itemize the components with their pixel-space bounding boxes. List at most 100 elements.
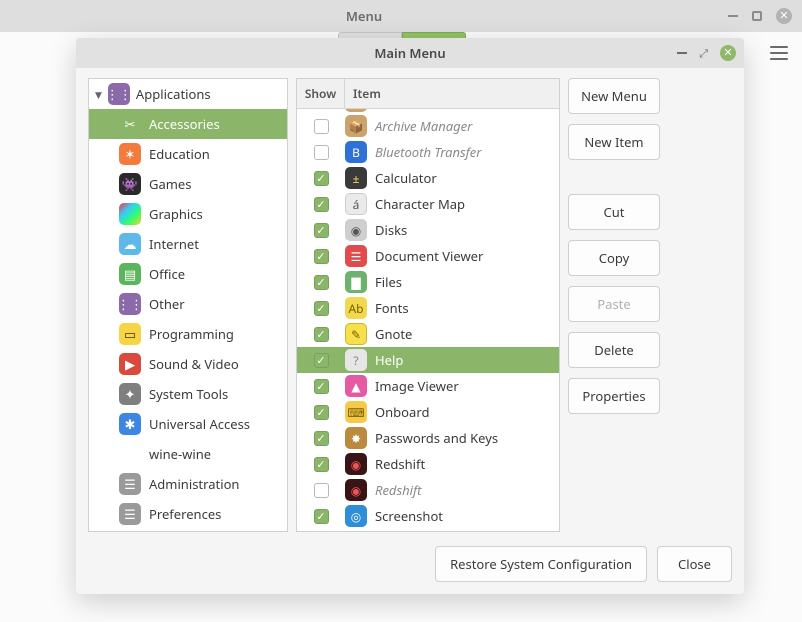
item-row[interactable]: ◉Redshift bbox=[297, 477, 559, 503]
hamburger-menu-icon[interactable] bbox=[770, 46, 788, 60]
category-label: Internet bbox=[149, 235, 199, 253]
category-item[interactable]: ☰Preferences bbox=[89, 499, 287, 529]
item-icon: ⌨ bbox=[345, 401, 367, 423]
copy-button[interactable]: Copy bbox=[568, 240, 660, 276]
parent-minimize-icon[interactable] bbox=[728, 15, 738, 17]
paste-button[interactable]: Paste bbox=[568, 286, 660, 322]
window-minimize-icon[interactable] bbox=[677, 52, 687, 54]
column-header-show[interactable]: Show bbox=[297, 79, 345, 108]
item-label: Fonts bbox=[375, 299, 409, 317]
item-row[interactable]: ✓✸Passwords and Keys bbox=[297, 425, 559, 451]
item-row[interactable]: ✓±Calculator bbox=[297, 165, 559, 191]
category-label: Graphics bbox=[149, 205, 203, 223]
category-item[interactable]: wine-wine bbox=[89, 439, 287, 469]
category-tree[interactable]: ▼ ⋮⋮ Applications ✂ Accessories ✶Education… bbox=[88, 78, 288, 532]
parent-window-title: Menu bbox=[0, 7, 728, 25]
close-button[interactable]: Close bbox=[657, 546, 732, 582]
item-label: Onboard bbox=[375, 403, 429, 421]
category-item[interactable]: 👾 Games bbox=[89, 169, 287, 199]
item-row[interactable]: ✓☰Document Viewer bbox=[297, 243, 559, 269]
parent-maximize-icon[interactable] bbox=[752, 11, 762, 21]
category-item[interactable]: ✱Universal Access bbox=[89, 409, 287, 439]
category-item[interactable]: ☰Administration bbox=[89, 469, 287, 499]
category-item[interactable]: ✶Education bbox=[89, 139, 287, 169]
item-row[interactable]: BBluetooth Transfer bbox=[297, 139, 559, 165]
show-checkbox[interactable]: ✓ bbox=[314, 379, 329, 394]
item-row[interactable]: ✓ ⌨ Onboard bbox=[297, 399, 559, 425]
show-checkbox[interactable]: ✓ bbox=[314, 197, 329, 212]
category-item[interactable]: ⋮⋮Other bbox=[89, 289, 287, 319]
show-checkbox[interactable] bbox=[314, 483, 329, 498]
category-item[interactable]: ▭Programming bbox=[89, 319, 287, 349]
item-row[interactable]: ✓◉Disks bbox=[297, 217, 559, 243]
window-maximize-icon[interactable]: ⤢ bbox=[699, 46, 708, 61]
item-row[interactable]: ✓✎Gnote bbox=[297, 321, 559, 347]
item-row[interactable]: ✓◎Screenshot bbox=[297, 503, 559, 529]
category-item[interactable]: ☁ Internet bbox=[89, 229, 287, 259]
category-icon: 👾 bbox=[119, 173, 141, 195]
show-checkbox[interactable]: ✓ bbox=[314, 249, 329, 264]
category-label: wine-wine bbox=[149, 445, 211, 463]
category-icon: ✶ bbox=[119, 143, 141, 165]
item-icon: ▲ bbox=[345, 375, 367, 397]
show-checkbox[interactable] bbox=[314, 145, 329, 160]
category-label: System Tools bbox=[149, 385, 228, 403]
show-checkbox[interactable]: ✓ bbox=[314, 431, 329, 446]
item-row[interactable]: 📦Archive Manager bbox=[297, 113, 559, 139]
category-item[interactable]: ✂ Accessories bbox=[89, 109, 287, 139]
item-row[interactable]: ✓?Help bbox=[297, 347, 559, 373]
category-label: Other bbox=[149, 295, 185, 313]
item-row[interactable]: ✓▲Image Viewer bbox=[297, 373, 559, 399]
category-item[interactable]: ▤ Office bbox=[89, 259, 287, 289]
category-item[interactable]: ▶Sound & Video bbox=[89, 349, 287, 379]
category-label: Accessories bbox=[149, 115, 220, 133]
properties-button[interactable]: Properties bbox=[568, 378, 660, 414]
item-row[interactable]: ✓AbFonts bbox=[297, 295, 559, 321]
show-checkbox[interactable]: ✓ bbox=[314, 171, 329, 186]
show-checkbox[interactable]: ✓ bbox=[314, 353, 329, 368]
cut-button[interactable]: Cut bbox=[568, 194, 660, 230]
category-item[interactable]: ✦ System Tools bbox=[89, 379, 287, 409]
window-titlebar[interactable]: Main Menu ⤢ ✕ bbox=[76, 38, 744, 68]
item-row[interactable]: ✓▇Files bbox=[297, 269, 559, 295]
show-checkbox[interactable] bbox=[314, 119, 329, 134]
item-icon: 📦 bbox=[345, 115, 367, 137]
show-checkbox[interactable]: ✓ bbox=[314, 223, 329, 238]
expand-triangle-icon[interactable]: ▼ bbox=[95, 88, 102, 101]
category-item[interactable]: Graphics bbox=[89, 199, 287, 229]
item-list-panel: Show Item ✓📦Archive Manager📦Archive Mana… bbox=[296, 78, 560, 532]
show-checkbox[interactable]: ✓ bbox=[314, 509, 329, 524]
show-checkbox[interactable]: ✓ bbox=[314, 327, 329, 342]
show-checkbox[interactable]: ✓ bbox=[314, 275, 329, 290]
show-checkbox[interactable]: ✓ bbox=[314, 457, 329, 472]
category-icon: ▭ bbox=[119, 323, 141, 345]
item-row[interactable]: ✓áCharacter Map bbox=[297, 191, 559, 217]
new-menu-button[interactable]: New Menu bbox=[568, 78, 660, 114]
category-tree-root[interactable]: ▼ ⋮⋮ Applications bbox=[89, 79, 287, 109]
category-icon: ✂ bbox=[119, 113, 141, 135]
item-icon: ✸ bbox=[345, 427, 367, 449]
category-icon: ☰ bbox=[119, 503, 141, 525]
item-row[interactable]: ✓◉Redshift bbox=[297, 451, 559, 477]
restore-config-button[interactable]: Restore System Configuration bbox=[435, 546, 647, 582]
category-label: Office bbox=[149, 265, 185, 283]
tree-root-label: Applications bbox=[136, 85, 211, 103]
column-header-item[interactable]: Item bbox=[345, 79, 559, 108]
category-label: Games bbox=[149, 175, 191, 193]
show-checkbox[interactable]: ✓ bbox=[314, 405, 329, 420]
category-icon bbox=[119, 203, 141, 225]
applications-icon: ⋮⋮ bbox=[108, 83, 130, 105]
category-icon: ✦ bbox=[119, 383, 141, 405]
item-icon: ◉ bbox=[345, 453, 367, 475]
item-label: Document Viewer bbox=[375, 247, 483, 265]
delete-button[interactable]: Delete bbox=[568, 332, 660, 368]
category-icon: ▤ bbox=[119, 263, 141, 285]
window-close-icon[interactable]: ✕ bbox=[720, 45, 736, 61]
show-checkbox[interactable]: ✓ bbox=[314, 301, 329, 316]
parent-window-titlebar: Menu ✕ bbox=[0, 0, 802, 32]
new-item-button[interactable]: New Item bbox=[568, 124, 660, 160]
item-icon: á bbox=[345, 193, 367, 215]
category-icon: ☁ bbox=[119, 233, 141, 255]
parent-close-icon[interactable]: ✕ bbox=[776, 8, 792, 24]
item-list[interactable]: ✓📦Archive Manager📦Archive ManagerBBlueto… bbox=[297, 109, 559, 531]
